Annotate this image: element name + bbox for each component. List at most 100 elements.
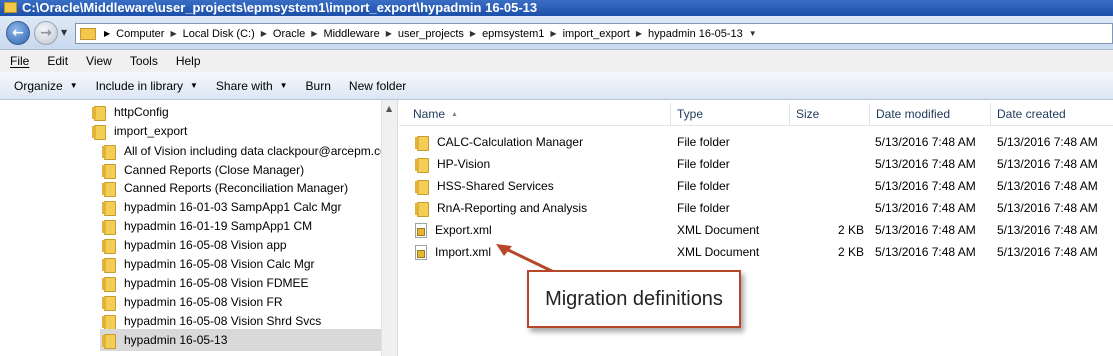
tree-item[interactable]: import_export (92, 120, 187, 142)
file-row[interactable]: HSS-Shared Services File folder 5/13/201… (399, 175, 1113, 197)
file-row[interactable]: CALC-Calculation Manager File folder 5/1… (399, 131, 1113, 153)
file-name: CALC-Calculation Manager (437, 135, 584, 149)
tree-item-label: hypadmin 16-05-08 Vision Shrd Svcs (124, 314, 322, 328)
folder-icon (102, 200, 116, 216)
share-with-button[interactable]: Share with ▼ (207, 79, 297, 93)
breadcrumb-label: epmsystem1 (482, 27, 545, 40)
breadcrumb-import-export[interactable]: import_export ▶ (563, 28, 648, 40)
menu-bar: File Edit View Tools Help (0, 50, 1113, 72)
folder-icon (102, 333, 116, 349)
file-size: 2 KB (837, 245, 864, 259)
file-type: XML Document (677, 245, 760, 259)
column-header-date-modified[interactable]: Date modified (870, 103, 991, 125)
menu-file[interactable]: File (10, 54, 29, 68)
file-date-modified: 5/13/2016 7:48 AM (875, 223, 976, 237)
chevron-right-icon[interactable]: ▶ (104, 29, 110, 38)
chevron-right-icon[interactable]: ▶ (386, 29, 392, 38)
breadcrumb-oracle[interactable]: Oracle ▶ (273, 28, 324, 40)
menu-help[interactable]: Help (176, 54, 201, 68)
breadcrumb-label: Local Disk (C:) (182, 27, 255, 40)
tree-item-label: hypadmin 16-01-03 SampApp1 Calc Mgr (124, 200, 342, 214)
chevron-right-icon[interactable]: ▶ (261, 29, 267, 38)
callout-text: Migration definitions (545, 288, 723, 310)
breadcrumb-hypadmin[interactable]: hypadmin 16-05-13 ▼ (648, 28, 763, 40)
back-button[interactable]: ← (6, 21, 30, 45)
menu-tools[interactable]: Tools (130, 54, 158, 68)
new-folder-button[interactable]: New folder (340, 79, 415, 93)
folder-icon (415, 157, 429, 173)
folder-icon (80, 27, 96, 40)
chevron-right-icon[interactable]: ▶ (636, 29, 642, 38)
breadcrumb-local-disk[interactable]: Local Disk (C:) ▶ (183, 28, 273, 40)
chevron-right-icon[interactable]: ▶ (311, 29, 317, 38)
recent-pages-dropdown[interactable]: ▼ (61, 28, 67, 37)
breadcrumb-user-projects[interactable]: user_projects ▶ (398, 28, 482, 40)
file-date-modified: 5/13/2016 7:48 AM (875, 135, 976, 149)
address-bar[interactable]: ▶ Computer ▶ Local Disk (C:) ▶ Oracle ▶ Mid… (75, 23, 1113, 44)
column-header-label: Size (796, 107, 820, 121)
menu-edit[interactable]: Edit (47, 54, 68, 68)
column-header-label: Date modified (876, 107, 951, 121)
folder-icon (102, 144, 116, 160)
chevron-down-icon: ▼ (69, 81, 78, 90)
include-in-library-button[interactable]: Include in library ▼ (87, 79, 207, 93)
file-type: File folder (677, 157, 730, 171)
folder-icon (92, 105, 106, 121)
folder-icon (102, 314, 116, 330)
breadcrumb-middleware[interactable]: Middleware ▶ (323, 28, 397, 40)
tree-item-label: hypadmin 16-05-13 (124, 333, 228, 347)
scroll-up-icon[interactable]: ▲ (386, 104, 392, 113)
burn-button[interactable]: Burn (297, 79, 340, 93)
file-name: Export.xml (435, 223, 492, 237)
chevron-down-icon[interactable]: ▼ (749, 29, 757, 38)
tree-item-selected[interactable]: hypadmin 16-05-13 (100, 329, 381, 351)
folder-open-icon (92, 124, 106, 140)
forward-arrow-icon: → (40, 25, 52, 41)
organize-button[interactable]: Organize ▼ (0, 79, 87, 93)
column-header-name[interactable]: Name ▲ (407, 103, 671, 125)
command-bar: Organize ▼ Include in library ▼ Share with… (0, 72, 1113, 100)
column-header-date-created[interactable]: Date created (991, 103, 1113, 125)
column-header-size[interactable]: Size (790, 103, 870, 125)
xml-file-icon (415, 244, 427, 260)
chevron-right-icon[interactable]: ▶ (550, 29, 556, 38)
share-label: Share with (215, 78, 273, 93)
tree-item-label: hypadmin 16-05-08 Vision app (124, 238, 287, 252)
folder-icon (102, 238, 116, 254)
chevron-right-icon[interactable]: ▶ (170, 29, 176, 38)
breadcrumb-label: Oracle (272, 27, 306, 40)
tree-item-label: hypadmin 16-05-08 Vision FR (124, 295, 283, 309)
breadcrumb-computer[interactable]: Computer ▶ (116, 28, 182, 40)
tree-scrollbar[interactable]: ▲ (381, 100, 397, 356)
organize-label: Organize (14, 78, 63, 93)
file-date-created: 5/13/2016 7:48 AM (997, 201, 1098, 215)
tree-item-label: hypadmin 16-05-08 Vision FDMEE (124, 276, 309, 290)
chevron-right-icon[interactable]: ▶ (470, 29, 476, 38)
file-type: File folder (677, 135, 730, 149)
sort-ascending-icon: ▲ (451, 110, 458, 118)
file-row[interactable]: HP-Vision File folder 5/13/2016 7:48 AM … (399, 153, 1113, 175)
address-row: ← → ▼ ▶ Computer ▶ Local Disk (C:) ▶ Oracl… (0, 16, 1113, 50)
new-folder-label: New folder (348, 78, 407, 93)
file-name: HP-Vision (437, 157, 491, 171)
breadcrumb-label: import_export (562, 27, 630, 40)
column-header-label: Name (413, 107, 446, 121)
file-row[interactable]: Export.xml XML Document 2 KB 5/13/2016 7… (399, 219, 1113, 241)
burn-label: Burn (305, 78, 331, 93)
file-date-modified: 5/13/2016 7:48 AM (875, 245, 976, 259)
file-size: 2 KB (837, 223, 864, 237)
menu-view[interactable]: View (86, 54, 112, 68)
file-date-created: 5/13/2016 7:48 AM (997, 223, 1098, 237)
breadcrumb-epmsystem1[interactable]: epmsystem1 ▶ (482, 28, 563, 40)
navigation-pane: httpConfig import_export All of Vision i… (0, 100, 398, 356)
chevron-down-icon: ▼ (190, 81, 198, 90)
forward-button[interactable]: → (34, 21, 58, 45)
file-type: File folder (677, 179, 730, 193)
folder-icon (102, 276, 116, 292)
folder-icon (102, 257, 116, 273)
column-header-type[interactable]: Type (671, 103, 790, 125)
file-row[interactable]: RnA-Reporting and Analysis File folder 5… (399, 197, 1113, 219)
include-label: Include in library (95, 78, 183, 93)
folder-icon (415, 135, 429, 151)
xml-file-icon (415, 222, 427, 238)
